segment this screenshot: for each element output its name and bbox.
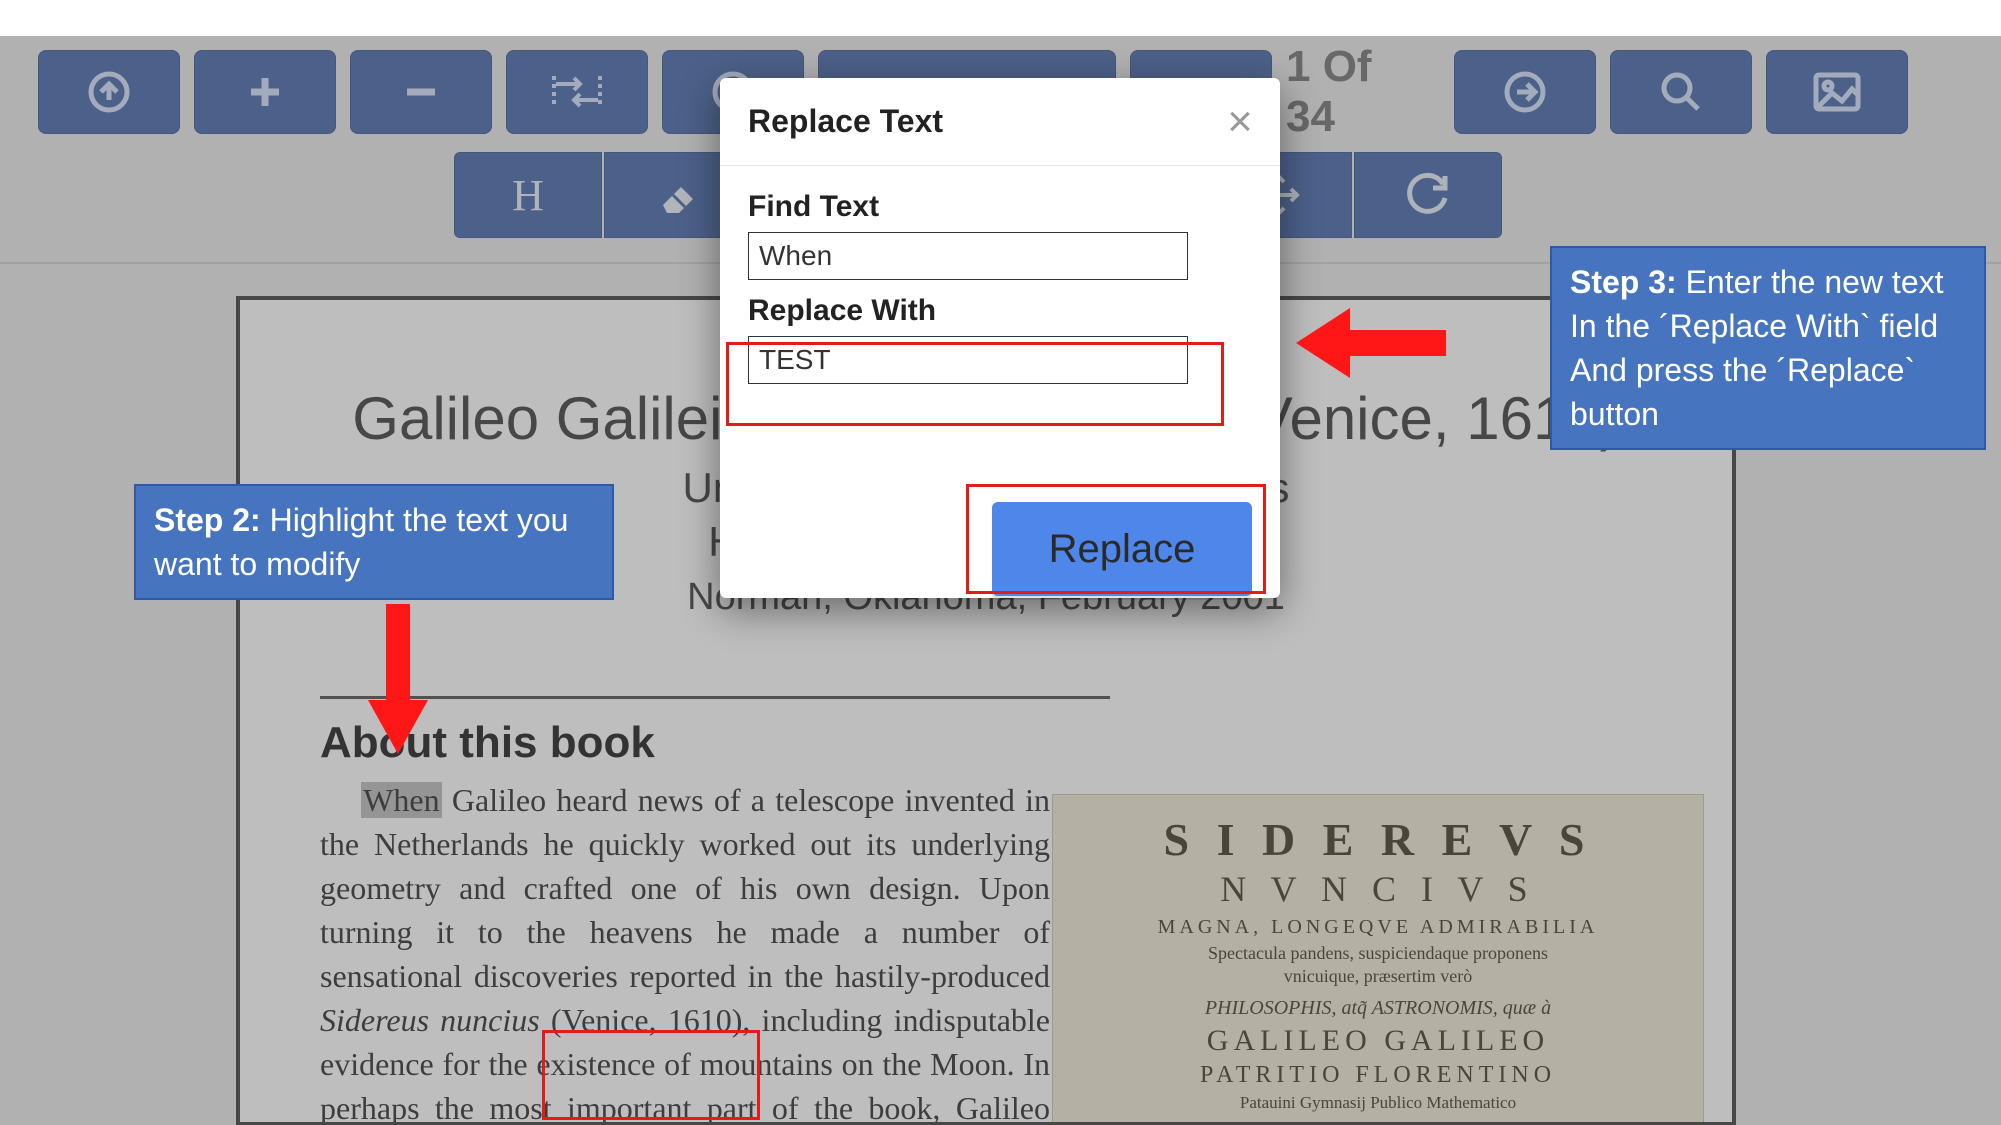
callout-step-3-bold: Step 3: xyxy=(1570,264,1677,300)
modal-title: Replace Text xyxy=(748,103,943,140)
replace-with-label: Replace With xyxy=(748,294,1252,328)
annotation-arrow-down xyxy=(368,604,428,754)
callout-step-3: Step 3: Enter the new text In the ´Repla… xyxy=(1550,246,1986,450)
modal-header: Replace Text × xyxy=(720,78,1280,166)
annotation-redbox-replace-button xyxy=(966,484,1266,594)
callout-step-2: Step 2: Highlight the text you want to m… xyxy=(134,484,614,600)
annotation-redbox-replace-field xyxy=(726,342,1224,426)
callout-step-2-bold: Step 2: xyxy=(154,502,261,538)
close-icon: × xyxy=(1227,97,1253,146)
modal-close-button[interactable]: × xyxy=(1218,100,1262,144)
annotation-redbox-highlight xyxy=(542,1030,760,1120)
find-text-input[interactable] xyxy=(748,232,1188,280)
find-text-label: Find Text xyxy=(748,190,1252,224)
window-top-strip xyxy=(0,0,2001,36)
annotation-arrow-left xyxy=(1296,308,1446,378)
